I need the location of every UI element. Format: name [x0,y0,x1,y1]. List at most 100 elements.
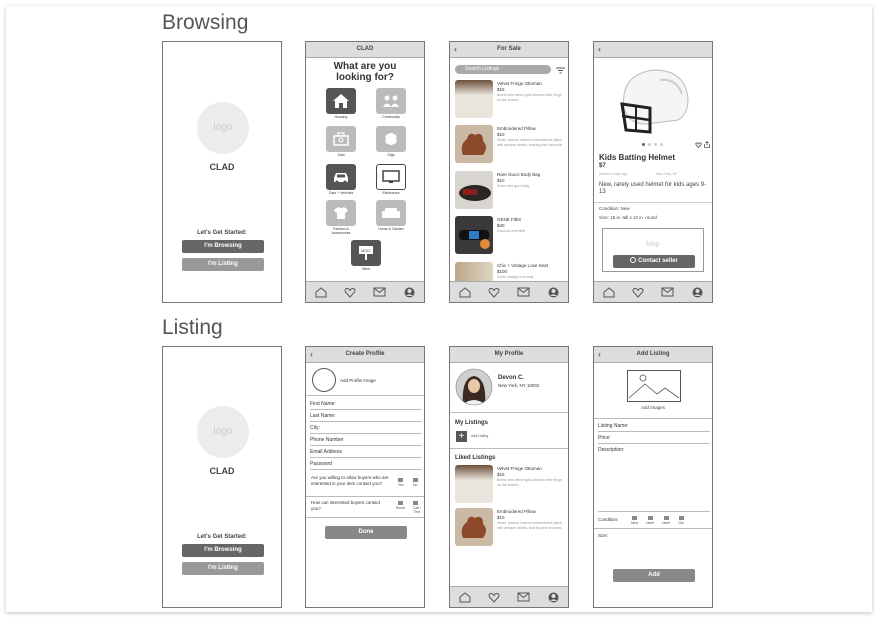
back-icon[interactable]: ‹ [598,42,601,57]
image-pagination[interactable] [642,143,663,146]
divider [594,528,712,529]
first-name-field[interactable]: First Name: [310,399,422,410]
avatar [455,368,493,406]
yes-label: Yes [398,483,404,487]
map-label: Map [646,241,660,248]
heart-nav-icon[interactable] [343,286,357,298]
condition-option-label: Used [646,521,655,525]
pillow-image [455,508,493,546]
heart-icon[interactable] [695,142,702,148]
heart-nav-icon[interactable] [631,286,645,298]
home-icon [333,94,349,108]
add-images-label[interactable]: Add Images [594,405,712,410]
condition-used-checkbox[interactable] [648,516,653,520]
back-icon[interactable]: ‹ [310,347,313,362]
mail-nav-icon[interactable] [517,591,531,603]
category-jobs[interactable]: Jobs [326,126,356,157]
browsing-button[interactable]: I'm Browsing [182,240,264,253]
mail-nav-icon[interactable] [373,286,387,298]
search-input[interactable]: Search Listings [455,65,551,74]
home-nav-icon[interactable] [458,286,472,298]
profile-image-placeholder[interactable] [312,368,336,392]
home-nav-icon[interactable] [458,591,472,603]
listing-price: $100 [497,269,508,274]
list-item[interactable]: Embroidered Pillow $10 Small, custom col… [455,125,567,165]
add-profile-image-label[interactable]: Add Profile Image [340,378,376,383]
divider [306,496,424,497]
listing-price: $15 [497,87,505,92]
city-field[interactable]: City: [310,423,422,434]
no-checkbox[interactable] [413,478,418,482]
mail-nav-icon[interactable] [661,286,675,298]
phone-field[interactable]: Phone Number [310,435,422,446]
profile-nav-icon[interactable] [690,286,704,298]
condition-option-label: New [631,521,639,525]
mail-nav-icon[interactable] [517,286,531,298]
share-icon[interactable] [704,141,710,148]
people-icon [383,95,399,107]
item-detail-screen: ‹ Kids Batting Helmet $7 posted 4 days a… [593,41,713,303]
listing-button[interactable]: I'm Listing [182,562,264,575]
profile-nav-icon[interactable] [402,286,416,298]
item-price: $7 [599,163,606,169]
category-electronics[interactable]: Electronics [376,164,406,195]
description-field[interactable]: Description: [598,445,710,512]
listing-title: Embroidered Pillow [497,126,536,131]
header-bar: ‹ Add Listing [594,347,712,363]
list-item[interactable]: Velvet Fringe Ottoman $15 Brand new velv… [455,465,567,505]
condition-option-label: Old [678,521,684,525]
condition-new-checkbox[interactable] [632,516,637,520]
price-field[interactable]: Price: [598,433,710,444]
condition-old-checkbox[interactable] [679,516,684,520]
monitor-icon [382,170,400,183]
pillow-image [455,125,493,163]
add-button[interactable]: Add [613,569,695,582]
category-label: Housing [334,115,348,119]
back-icon[interactable]: ‹ [454,42,457,57]
brain-icon [385,133,397,145]
add-listing-label[interactable]: Add Listing [471,434,488,438]
add-icon[interactable]: + [456,431,467,442]
profile-nav-icon[interactable] [546,591,560,603]
listing-desc: Small, custom colored embroidered pillow… [497,138,563,147]
category-label: Fashion & Accessories [331,227,351,235]
list-item[interactable]: Velvet Fringe Ottoman $15 Brand new velv… [455,80,567,120]
category-label: Gigs [387,153,395,157]
email-checkbox[interactable] [398,501,403,505]
profile-nav-icon[interactable] [546,286,560,298]
question-title: What are you looking for? [306,61,424,83]
sign-icon: MISC [359,246,373,260]
browsing-button[interactable]: I'm Browsing [182,544,264,557]
filter-icon[interactable] [556,67,565,74]
list-item[interactable]: GENE Fitbit $40 Good as new fitbit [455,216,567,256]
listing-title: Velvet Fringe Ottoman [497,466,542,471]
contact-seller-button[interactable]: Contact seller [613,255,695,268]
email-field[interactable]: Email Address [310,447,422,458]
category-housing[interactable]: Housing [326,88,356,119]
listing-name-field[interactable]: Listing Name: [598,421,710,432]
yes-checkbox[interactable] [398,478,403,482]
heart-nav-icon[interactable] [487,591,501,603]
category-other[interactable]: MISC Other [351,240,381,271]
call-text-checkbox[interactable] [413,501,418,505]
home-nav-icon[interactable] [314,286,328,298]
back-icon[interactable]: ‹ [598,347,601,362]
password-field[interactable]: Password [310,459,422,470]
category-gigs[interactable]: Gigs [376,126,406,157]
heart-nav-icon[interactable] [487,286,501,298]
image-placeholder-icon[interactable] [627,370,681,402]
category-community[interactable]: Community [376,88,406,119]
category-fashion[interactable]: Fashion & Accessories [326,200,356,235]
profile-icon [630,257,637,264]
done-button[interactable]: Done [325,526,407,539]
home-nav-icon[interactable] [602,286,616,298]
category-cars-vehicles[interactable]: Cars + Vehicles [326,164,356,195]
category-home-garden[interactable]: Home & Garden [376,200,406,231]
category-label: Community [382,115,400,119]
listing-button[interactable]: I'm Listing [182,258,264,271]
listing-title: GENE Fitbit [497,217,521,222]
list-item[interactable]: Rare Gucci Body Bag $10 Some rare gucci … [455,171,567,211]
last-name-field[interactable]: Last Name: [310,411,422,422]
condition-used-2-checkbox[interactable] [664,516,669,520]
list-item[interactable]: Embroidered Pillow $10 Small, custom col… [455,508,567,548]
